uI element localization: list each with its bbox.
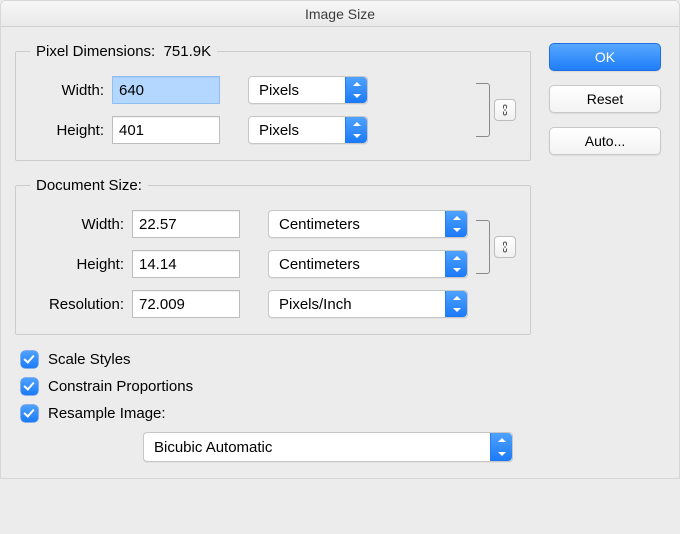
doc-width-input[interactable]: [132, 210, 240, 238]
ok-button[interactable]: OK: [549, 43, 661, 71]
scale-styles-label: Scale Styles: [48, 351, 131, 368]
doc-height-label: Height:: [30, 256, 132, 273]
pixel-height-unit-value: Pixels: [259, 122, 299, 139]
pixel-height-label: Height:: [30, 122, 112, 139]
pixel-height-unit-select[interactable]: Pixels: [248, 116, 368, 144]
constrain-proportions-checkbox[interactable]: Constrain Proportions: [15, 378, 531, 395]
document-size-group: Document Size: Width: Centimeters: [15, 177, 531, 335]
checkbox-checked-icon: [21, 351, 38, 368]
checkbox-checked-icon: [21, 405, 38, 422]
chevron-up-down-icon: [445, 211, 467, 237]
checkbox-checked-icon: [21, 378, 38, 395]
link-bracket: [476, 220, 490, 274]
auto-button[interactable]: Auto...: [549, 127, 661, 155]
doc-width-unit-select[interactable]: Centimeters: [268, 210, 468, 238]
link-icon[interactable]: [494, 99, 516, 121]
pixel-width-unit-select[interactable]: Pixels: [248, 76, 368, 104]
pixel-dimensions-legend: Pixel Dimensions: 751.9K: [30, 43, 217, 60]
pixel-width-input[interactable]: [112, 76, 220, 104]
resample-method-select[interactable]: Bicubic Automatic: [143, 432, 513, 462]
doc-height-input[interactable]: [132, 250, 240, 278]
pixel-dimensions-memory: 751.9K: [164, 43, 212, 60]
resample-method-value: Bicubic Automatic: [154, 439, 272, 456]
chevron-up-down-icon: [345, 117, 367, 143]
doc-width-unit-value: Centimeters: [279, 216, 360, 233]
resolution-input[interactable]: [132, 290, 240, 318]
resample-image-label: Resample Image:: [48, 405, 166, 422]
chevron-up-down-icon: [445, 251, 467, 277]
chevron-up-down-icon: [445, 291, 467, 317]
chevron-up-down-icon: [490, 433, 512, 461]
doc-width-label: Width:: [30, 216, 132, 233]
doc-height-unit-value: Centimeters: [279, 256, 360, 273]
pixel-width-unit-value: Pixels: [259, 82, 299, 99]
scale-styles-checkbox[interactable]: Scale Styles: [15, 351, 531, 368]
window-title: Image Size: [1, 1, 679, 27]
pixel-dimensions-legend-label: Pixel Dimensions:: [36, 43, 155, 60]
link-bracket: [476, 83, 490, 137]
pixel-height-input[interactable]: [112, 116, 220, 144]
image-size-dialog: Image Size Pixel Dimensions: 751.9K Widt…: [0, 0, 680, 479]
pixel-width-label: Width:: [30, 82, 112, 99]
link-icon[interactable]: [494, 236, 516, 258]
doc-height-unit-select[interactable]: Centimeters: [268, 250, 468, 278]
document-size-legend: Document Size:: [30, 177, 148, 194]
resolution-label: Resolution:: [30, 296, 132, 313]
constrain-proportions-label: Constrain Proportions: [48, 378, 193, 395]
resample-image-checkbox[interactable]: Resample Image:: [15, 405, 531, 422]
reset-button[interactable]: Reset: [549, 85, 661, 113]
pixel-dimensions-group: Pixel Dimensions: 751.9K Width: Pixels: [15, 43, 531, 161]
resolution-unit-value: Pixels/Inch: [279, 296, 352, 313]
resolution-unit-select[interactable]: Pixels/Inch: [268, 290, 468, 318]
chevron-up-down-icon: [345, 77, 367, 103]
